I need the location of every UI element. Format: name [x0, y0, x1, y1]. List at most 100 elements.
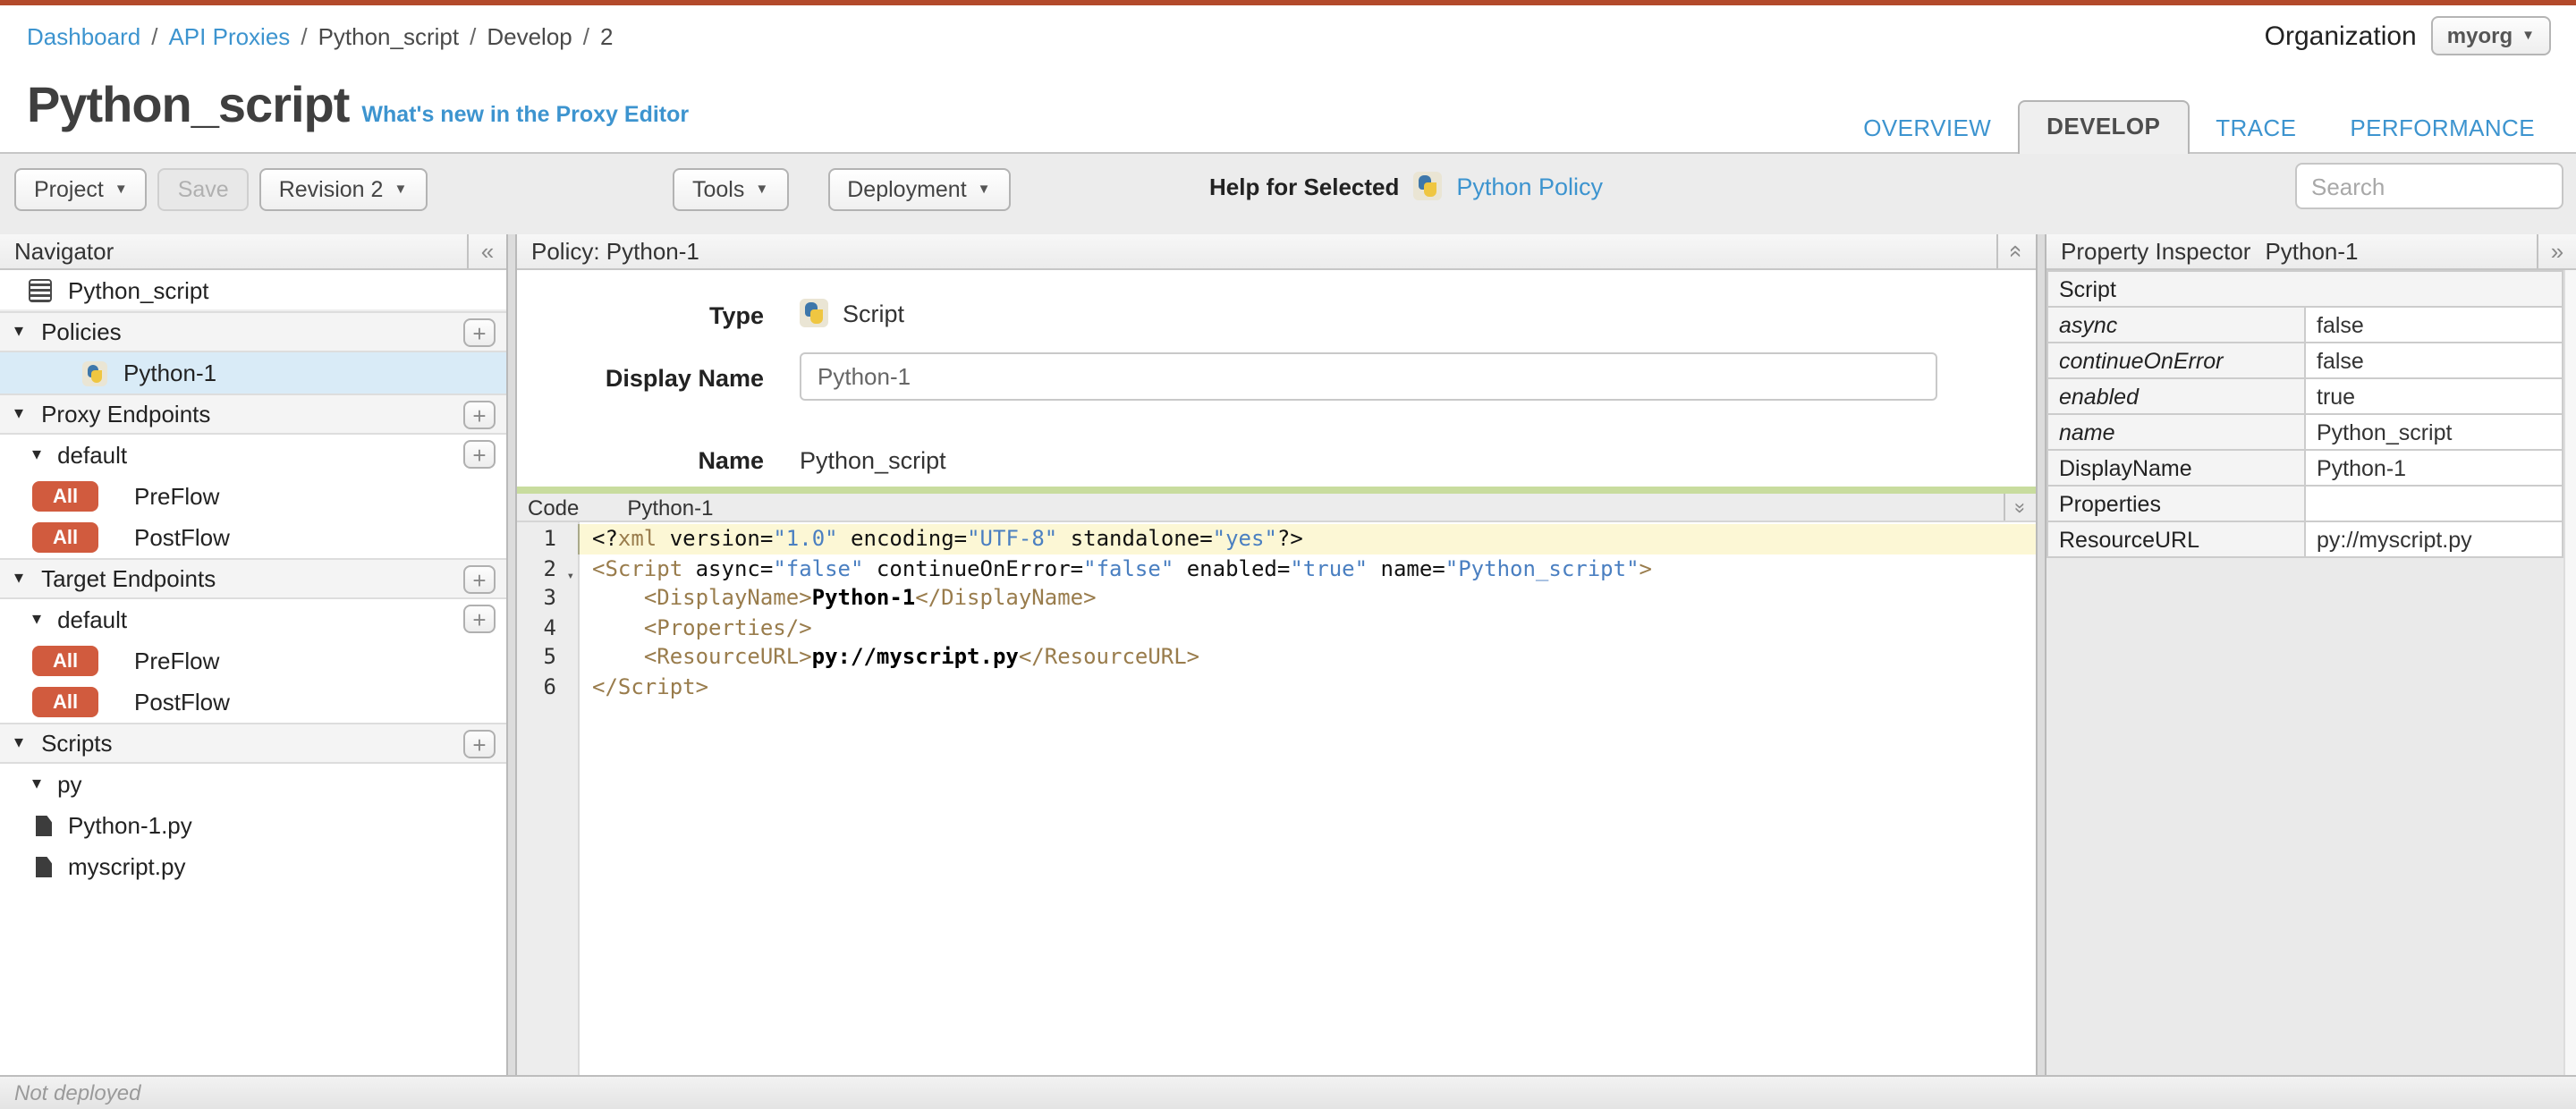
- expand-panel-icon[interactable]: »: [2537, 234, 2576, 268]
- property-inspector-header: Property Inspector Python-1 »: [2046, 234, 2576, 270]
- tree-group-default[interactable]: ▾ default +: [0, 435, 506, 476]
- type-label: Type: [708, 302, 764, 329]
- property-value[interactable]: py://myscript.py: [2304, 521, 2563, 558]
- tree-section-proxy-endpoints[interactable]: ▾ Proxy Endpoints +: [0, 394, 506, 435]
- property-value[interactable]: true: [2304, 377, 2563, 415]
- tree-group-py[interactable]: ▾ py: [0, 764, 506, 805]
- property-label: continueOnError: [2046, 342, 2306, 379]
- search-input[interactable]: [2295, 163, 2563, 209]
- property-value[interactable]: [2304, 485, 2563, 522]
- code-line[interactable]: 5 <ResourceURL>py://myscript.py</Resourc…: [517, 642, 2036, 672]
- tree-section-label: Proxy Endpoints: [41, 401, 211, 428]
- code-editor[interactable]: 1 <?xml version="1.0" encoding="UTF-8" st…: [517, 522, 2036, 1075]
- navigator-tree: Python_script ▾ Policies + Python-1 ▾ Proxy En…: [0, 270, 506, 887]
- property-label: name: [2046, 413, 2306, 451]
- add-button[interactable]: +: [463, 401, 496, 429]
- code-header: Code Python-1 »: [517, 494, 2036, 522]
- policy-header-title: Policy: Python-1: [531, 238, 699, 265]
- line-number: 2 ▾: [517, 554, 578, 583]
- breadcrumb-item-dashboard[interactable]: Dashboard: [27, 23, 140, 50]
- organization-dropdown[interactable]: myorg ▼: [2430, 16, 2551, 55]
- property-value[interactable]: false: [2304, 342, 2563, 379]
- property-table: Script async false continueOnError false enab…: [2046, 270, 2563, 558]
- chevron-down-icon: ▾: [32, 609, 42, 629]
- property-value[interactable]: false: [2304, 306, 2563, 343]
- tree-item-label: Python-1.py: [68, 812, 192, 839]
- save-button[interactable]: Save: [157, 168, 249, 211]
- breadcrumb-item-develop: Develop: [487, 23, 572, 50]
- code-line[interactable]: 2 ▾ <Script async="false" continueOnError=…: [517, 554, 2036, 583]
- add-button[interactable]: +: [463, 440, 496, 469]
- tree-item-python-script[interactable]: Python_script: [0, 270, 506, 311]
- property-inspector-policy-name: Python-1: [2265, 238, 2359, 265]
- tree-item-postflow[interactable]: All PostFlow: [0, 517, 506, 558]
- tree-group-default[interactable]: ▾ default +: [0, 599, 506, 640]
- collapse-panel-icon[interactable]: «: [467, 234, 506, 268]
- property-label: enabled: [2046, 377, 2306, 415]
- all-flows-badge: All: [32, 522, 98, 553]
- panel-divider[interactable]: [2038, 234, 2045, 1075]
- property-value[interactable]: Python-1: [2304, 449, 2563, 487]
- project-button[interactable]: Project ▼: [14, 168, 148, 211]
- code-line[interactable]: 3 <DisplayName>Python-1</DisplayName>: [517, 583, 2036, 613]
- tree-item-python-1[interactable]: Python-1: [0, 352, 506, 394]
- policy-form: Type Script Display Name Name Python_scr…: [517, 270, 2036, 487]
- tab-trace[interactable]: TRACE: [2189, 104, 2323, 154]
- property-inspector-panel: Property Inspector Python-1 » Script asyn…: [2045, 234, 2576, 1075]
- breadcrumb-separator: /: [301, 23, 308, 50]
- tree-section-target-endpoints[interactable]: ▾ Target Endpoints +: [0, 558, 506, 599]
- tab-overview[interactable]: OVERVIEW: [1836, 104, 2018, 154]
- tree-section-policies[interactable]: ▾ Policies +: [0, 311, 506, 352]
- tree-item-label: PostFlow: [134, 689, 230, 715]
- display-name-input[interactable]: [800, 352, 1937, 401]
- property-row-properties: Properties: [2046, 485, 2563, 522]
- tree-item-preflow[interactable]: All PreFlow: [0, 476, 506, 517]
- type-value: Script: [843, 300, 905, 326]
- caret-down-icon: ▼: [755, 181, 769, 198]
- property-value[interactable]: Python_script: [2304, 413, 2563, 451]
- tree-item-python-1-py[interactable]: Python-1.py: [0, 805, 506, 846]
- add-button[interactable]: +: [463, 318, 496, 347]
- scrollbar-track[interactable]: [2563, 270, 2576, 1075]
- code-line[interactable]: 4 <Properties/>: [517, 613, 2036, 642]
- python-icon: [800, 299, 828, 327]
- code-header-label: Code: [528, 495, 580, 520]
- tree-item-preflow[interactable]: All PreFlow: [0, 640, 506, 681]
- code-line-text: <Script async="false" continueOnError="f…: [592, 555, 1652, 580]
- chevron-down-icon: ▾: [32, 774, 42, 793]
- tools-button[interactable]: Tools ▼: [673, 168, 789, 211]
- breadcrumb-item-api-proxies[interactable]: API Proxies: [168, 23, 290, 50]
- property-row-enabled: enabled true: [2046, 377, 2563, 415]
- tree-section-scripts[interactable]: ▾ Scripts +: [0, 723, 506, 764]
- collapse-up-icon[interactable]: «: [1996, 234, 2036, 268]
- panel-splitter[interactable]: [517, 487, 2036, 494]
- tree-item-postflow[interactable]: All PostFlow: [0, 681, 506, 723]
- caret-down-icon: ▼: [114, 181, 128, 198]
- code-line-text: </Script>: [592, 673, 709, 698]
- deployment-button[interactable]: Deployment ▼: [827, 168, 1011, 211]
- line-number: 1: [543, 526, 556, 551]
- property-label: async: [2046, 306, 2306, 343]
- add-button[interactable]: +: [463, 730, 496, 758]
- tree-section-label: Policies: [41, 318, 122, 345]
- revision-button[interactable]: Revision 2 ▼: [258, 168, 428, 211]
- code-line-text: <ResourceURL>py://myscript.py</ResourceU…: [643, 644, 1200, 669]
- organization-label: Organization: [2264, 21, 2417, 51]
- tab-develop[interactable]: DEVELOP: [2018, 100, 2190, 154]
- app-root: Dashboard / API Proxies / Python_script / Deve…: [0, 0, 2576, 1109]
- property-row-script: Script: [2046, 270, 2563, 308]
- code-line[interactable]: 1 <?xml version="1.0" encoding="UTF-8" st…: [517, 524, 2036, 554]
- tree-item-myscript-py[interactable]: myscript.py: [0, 846, 506, 887]
- tab-performance[interactable]: PERFORMANCE: [2323, 104, 2562, 154]
- whats-new-link[interactable]: What's new in the Proxy Editor: [361, 102, 689, 127]
- property-row-name: name Python_script: [2046, 413, 2563, 451]
- add-button[interactable]: +: [463, 565, 496, 594]
- add-button[interactable]: +: [463, 605, 496, 633]
- panel-divider[interactable]: [508, 234, 515, 1075]
- collapse-down-icon[interactable]: »: [2004, 494, 2036, 521]
- property-label: ResourceURL: [2046, 521, 2306, 558]
- python-policy-link[interactable]: Python Policy: [1456, 173, 1603, 199]
- code-line[interactable]: 6 </Script>: [517, 672, 2036, 701]
- tree-group-label: default: [57, 606, 128, 633]
- line-number: 3: [543, 585, 556, 610]
